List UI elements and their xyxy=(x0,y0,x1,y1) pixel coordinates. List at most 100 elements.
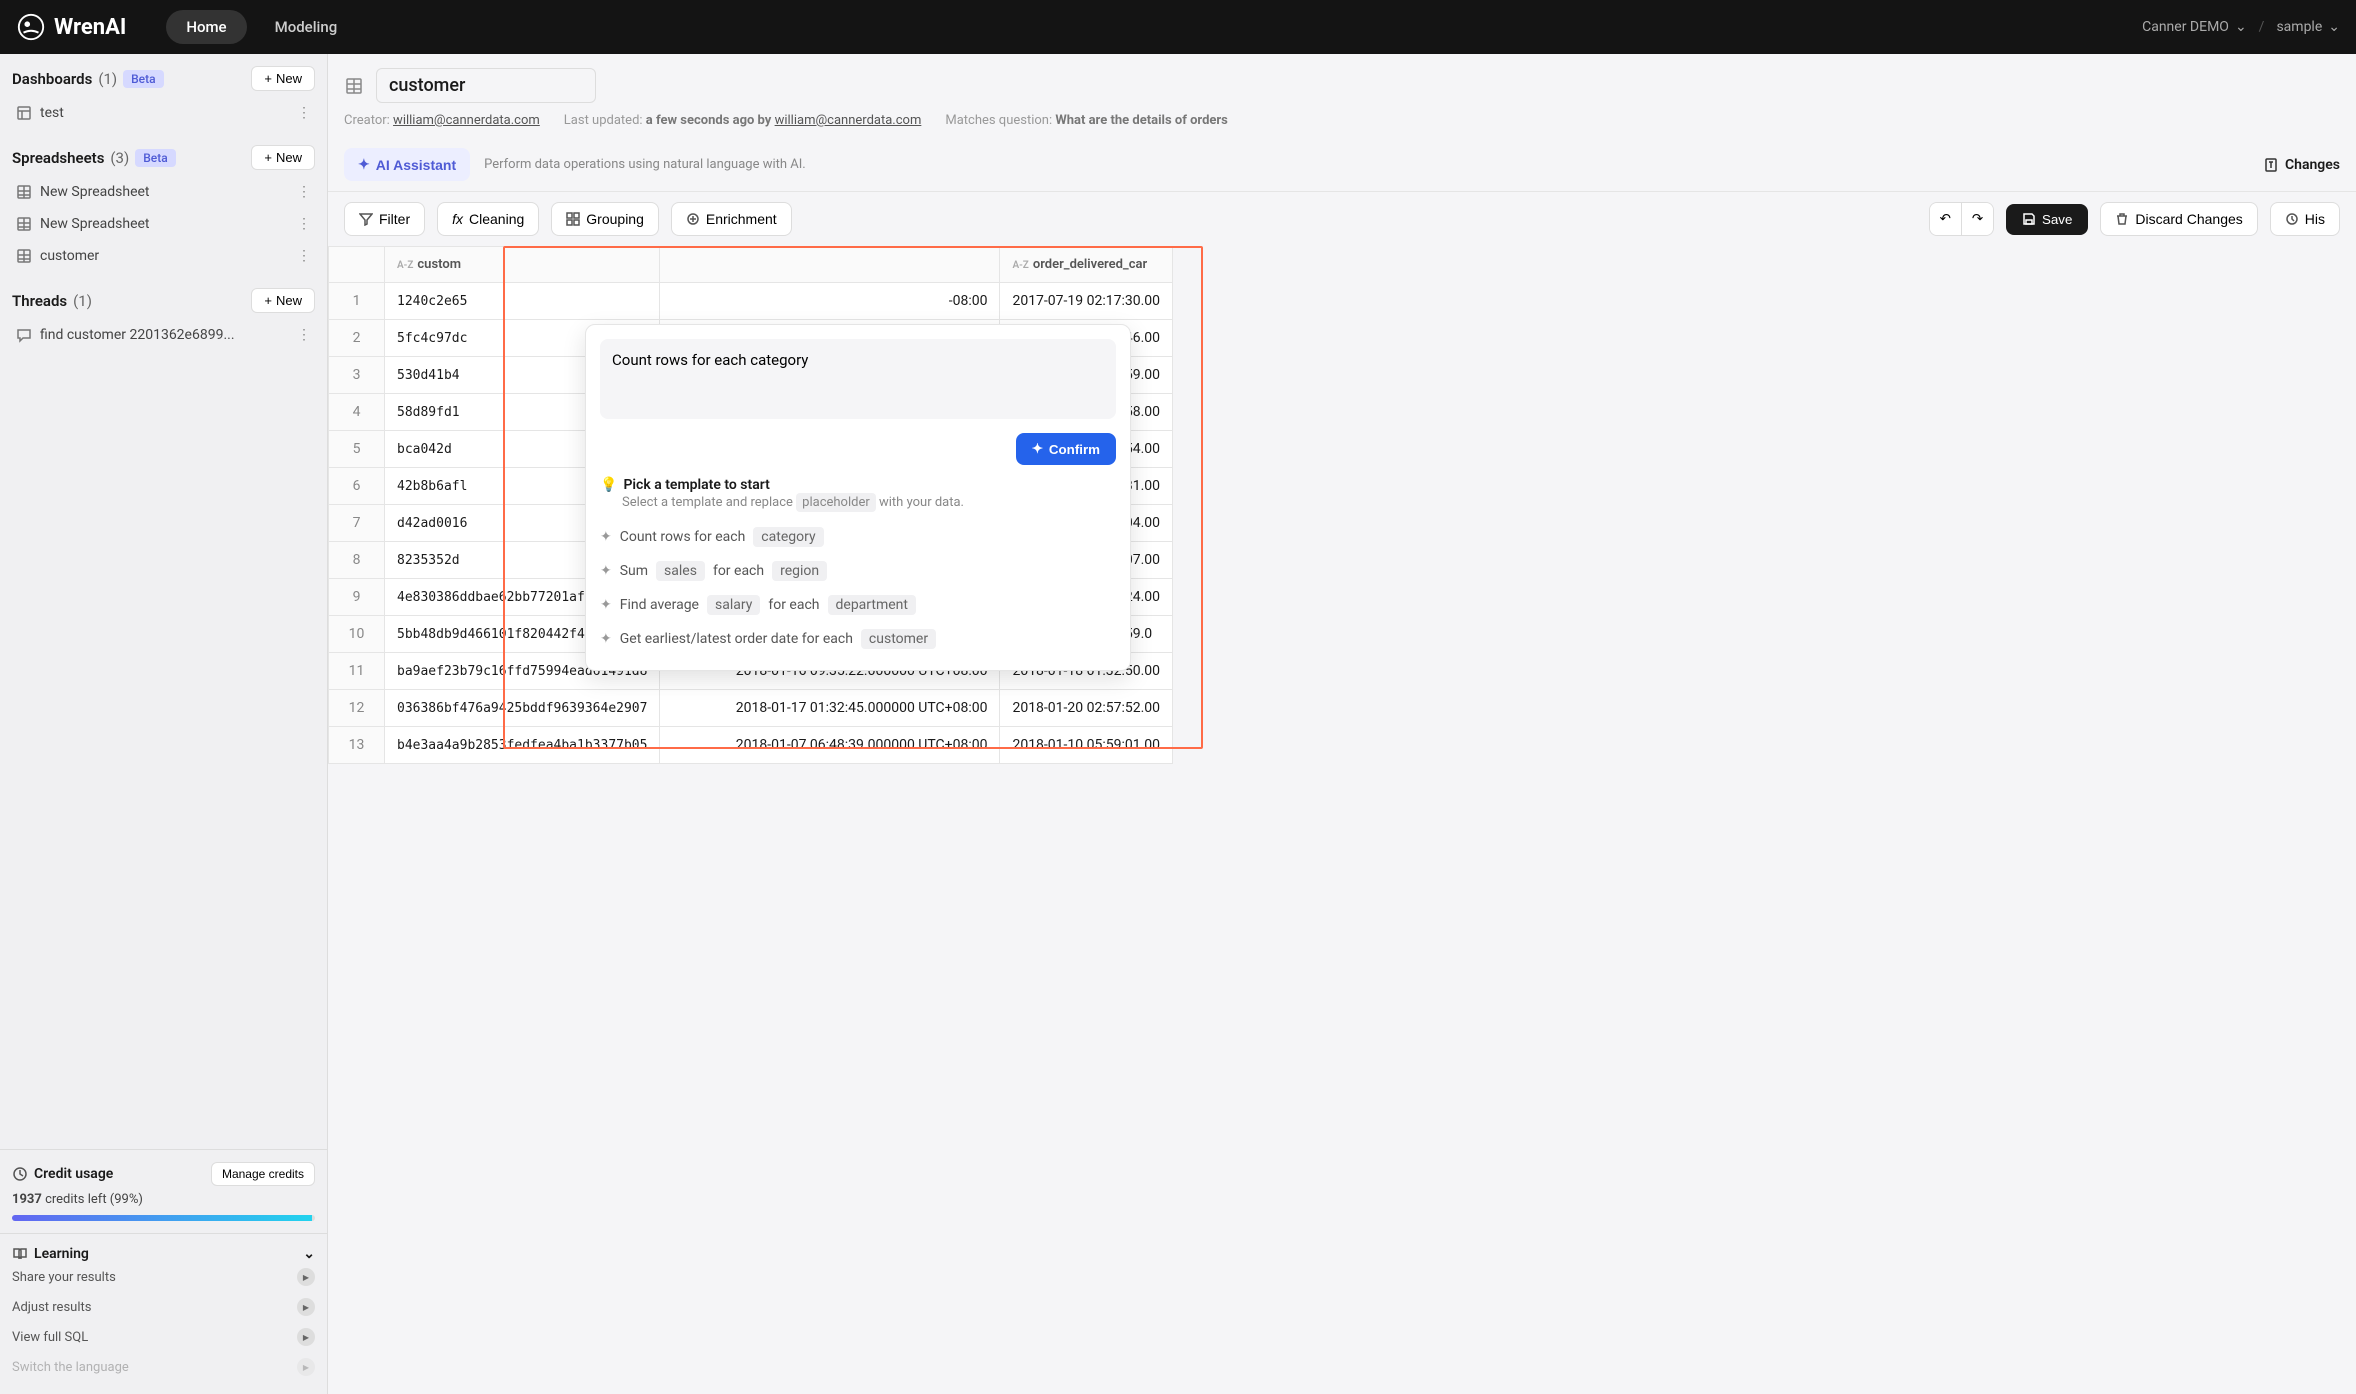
sparkle-icon: ✦ xyxy=(358,156,370,173)
play-icon: ▶ xyxy=(297,1298,315,1316)
dashboards-section: Dashboards (1) Beta + New test ⋮ xyxy=(0,54,327,133)
chevron-down-icon xyxy=(2328,19,2340,35)
separator: / xyxy=(2259,19,2265,35)
learning-item[interactable]: Adjust results ▶ xyxy=(12,1292,315,1322)
new-dashboard-button[interactable]: + New xyxy=(251,66,315,91)
section-count: (3) xyxy=(110,149,129,167)
cell[interactable]: 036386bf476a9425bddf9639364e2907 xyxy=(385,690,660,727)
table-row[interactable]: 12 036386bf476a9425bddf9639364e2907 2018… xyxy=(329,690,1173,727)
enrichment-button[interactable]: Enrichment xyxy=(671,202,792,236)
cell[interactable]: -08:00 xyxy=(660,283,1000,320)
chevron-down-icon xyxy=(303,1246,315,1262)
row-number: 2 xyxy=(329,320,385,357)
more-icon[interactable]: ⋮ xyxy=(297,216,311,232)
spreadsheet-item[interactable]: customer ⋮ xyxy=(12,240,315,272)
plus-icon: + xyxy=(264,150,272,165)
more-icon[interactable]: ⋮ xyxy=(297,105,311,121)
play-icon: ▶ xyxy=(297,1358,315,1376)
dashboard-item[interactable]: test ⋮ xyxy=(12,97,315,129)
template-suggestion[interactable]: ✦ Sum sales for each region xyxy=(600,554,1116,588)
creator-link[interactable]: william@cannerdata.com xyxy=(393,113,540,128)
filter-button[interactable]: Filter xyxy=(344,202,425,236)
row-num-header xyxy=(329,247,385,283)
sidebar: Dashboards (1) Beta + New test ⋮ Spreads… xyxy=(0,54,328,1394)
cell[interactable]: 2018-01-07 06:48:39.000000 UTC+08:00 xyxy=(660,727,1000,764)
redo-button[interactable]: ↷ xyxy=(1962,203,1993,235)
cell[interactable]: 2018-01-20 02:57:52.00 xyxy=(1000,690,1173,727)
workspace-dropdown[interactable]: Canner DEMO xyxy=(2142,19,2247,35)
threads-section: Threads (1) + New find customer 2201362e… xyxy=(0,276,327,355)
section-title: Spreadsheets xyxy=(12,149,104,167)
row-number: 11 xyxy=(329,653,385,690)
thread-item[interactable]: find customer 2201362e6899... ⋮ xyxy=(12,319,315,351)
learning-toggle[interactable]: Learning xyxy=(12,1246,315,1262)
sparkle-icon: ✦ xyxy=(600,563,612,579)
cell[interactable]: 2018-01-10 05:59:01.00 xyxy=(1000,727,1173,764)
manage-credits-button[interactable]: Manage credits xyxy=(211,1162,315,1186)
credit-progress xyxy=(12,1215,315,1221)
ai-hint: Perform data operations using natural la… xyxy=(484,157,806,172)
fx-icon: fx xyxy=(452,211,463,227)
chat-icon xyxy=(16,327,32,343)
confirm-button[interactable]: ✦ Confirm xyxy=(1016,433,1116,465)
ai-assistant-button[interactable]: ✦ AI Assistant xyxy=(344,148,470,181)
ai-panel: ✦ Confirm 💡 Pick a template to start Sel… xyxy=(585,324,1131,671)
sparkle-icon: ✦ xyxy=(600,529,612,545)
template-suggestion[interactable]: ✦ Find average salary for each departmen… xyxy=(600,588,1116,622)
cleaning-button[interactable]: fx Cleaning xyxy=(437,202,539,236)
template-suggestion[interactable]: ✦ Count rows for each category xyxy=(600,520,1116,554)
tab-home[interactable]: Home xyxy=(166,10,246,44)
section-count: (1) xyxy=(73,292,92,310)
play-icon: ▶ xyxy=(297,1328,315,1346)
more-icon[interactable]: ⋮ xyxy=(297,327,311,343)
brand-logo[interactable]: WrenAI xyxy=(16,12,126,42)
row-number: 1 xyxy=(329,283,385,320)
column-header[interactable] xyxy=(660,247,1000,283)
save-button[interactable]: Save xyxy=(2006,204,2088,235)
template-subtitle: Select a template and replace placeholde… xyxy=(622,495,1116,510)
table-row[interactable]: 1 1240c2e65 -08:00 2017-07-19 02:17:30.0… xyxy=(329,283,1173,320)
tab-modeling[interactable]: Modeling xyxy=(255,10,358,44)
spreadsheet-item[interactable]: New Spreadsheet ⋮ xyxy=(12,208,315,240)
learning-item[interactable]: View full SQL ▶ xyxy=(12,1322,315,1352)
template-suggestion[interactable]: ✦ Get earliest/latest order date for eac… xyxy=(600,622,1116,656)
trash-icon xyxy=(2115,212,2129,226)
learning-item[interactable]: Switch the language ▶ xyxy=(12,1352,315,1382)
cell[interactable]: 2017-07-19 02:17:30.00 xyxy=(1000,283,1173,320)
cell[interactable]: b4e3aa4a9b2853fedfea4ba1b3377b05 xyxy=(385,727,660,764)
sparkle-icon: ✦ xyxy=(600,631,612,647)
row-number: 6 xyxy=(329,468,385,505)
new-spreadsheet-button[interactable]: + New xyxy=(251,145,315,170)
learning-item[interactable]: Share your results ▶ xyxy=(12,1262,315,1292)
dashboard-icon xyxy=(16,105,32,121)
grouping-button[interactable]: Grouping xyxy=(551,202,659,236)
grid-icon xyxy=(566,212,580,226)
section-title: Dashboards xyxy=(12,70,92,88)
spreadsheet-item[interactable]: New Spreadsheet ⋮ xyxy=(12,176,315,208)
sheet-title-input[interactable]: customer xyxy=(376,68,596,103)
sparkle-icon: ✦ xyxy=(1032,441,1043,457)
column-header[interactable]: A-Zcustom xyxy=(385,247,660,283)
discard-button[interactable]: Discard Changes xyxy=(2100,202,2257,236)
table-row[interactable]: 13 b4e3aa4a9b2853fedfea4ba1b3377b05 2018… xyxy=(329,727,1173,764)
save-icon xyxy=(2022,212,2036,226)
more-icon[interactable]: ⋮ xyxy=(297,184,311,200)
table-container[interactable]: A-Zcustom A-Zorder_delivered_car 1 1240c… xyxy=(328,246,2356,1394)
sheet-icon xyxy=(344,76,364,96)
cell[interactable]: 1240c2e65 xyxy=(385,283,660,320)
cell[interactable]: 2018-01-17 01:32:45.000000 UTC+08:00 xyxy=(660,690,1000,727)
more-icon[interactable]: ⋮ xyxy=(297,248,311,264)
project-dropdown[interactable]: sample xyxy=(2276,19,2340,35)
item-label: test xyxy=(40,105,64,121)
undo-button[interactable]: ↶ xyxy=(1930,203,1962,235)
sparkle-icon: ✦ xyxy=(600,597,612,613)
book-icon xyxy=(12,1246,28,1262)
beta-badge: Beta xyxy=(123,70,163,88)
credit-text: 1937 credits left (99%) xyxy=(12,1192,315,1207)
item-label: New Spreadsheet xyxy=(40,216,150,232)
ai-prompt-input[interactable] xyxy=(600,339,1116,419)
history-button[interactable]: His xyxy=(2270,202,2340,236)
column-header[interactable]: A-Zorder_delivered_car xyxy=(1000,247,1173,283)
new-thread-button[interactable]: + New xyxy=(251,288,315,313)
updated-by-link[interactable]: william@cannerdata.com xyxy=(775,113,922,128)
